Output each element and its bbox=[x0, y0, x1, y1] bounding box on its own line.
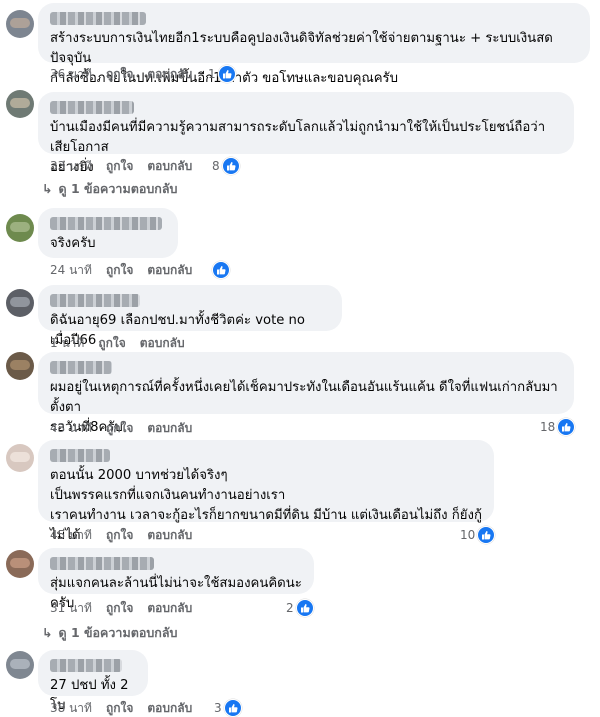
reaction-number: 8 bbox=[212, 159, 220, 173]
comment-time[interactable]: 31 นาที bbox=[50, 601, 92, 615]
reaction-number: 2 bbox=[286, 601, 294, 615]
comment-actions: 31 นาที ถูกใจ ตอบกลับ bbox=[50, 600, 206, 616]
reaction-count[interactable]: 3 bbox=[214, 699, 242, 717]
avatar[interactable] bbox=[6, 651, 34, 679]
comment-time[interactable]: 43 นาที bbox=[50, 421, 92, 435]
comment-bubble: ตอนนั้น 2000 บาทช่วยได้จริงๆ เป็นพรรคแรก… bbox=[38, 440, 494, 543]
reaction-number: 18 bbox=[540, 420, 556, 434]
like-reaction-icon bbox=[223, 699, 242, 717]
view-replies-link[interactable]: ↳ ดู 1 ข้อความตอบกลับ bbox=[42, 180, 177, 198]
like-reaction-icon bbox=[477, 526, 496, 544]
avatar[interactable] bbox=[6, 214, 34, 242]
commenter-name[interactable] bbox=[50, 12, 146, 25]
like-button[interactable]: ถูกใจ bbox=[106, 701, 133, 715]
reaction-count[interactable]: 1 bbox=[208, 65, 236, 83]
comment-bubble: ดิฉันอายุ69 เลือกปชป.มาทั้งชีวิตค่ะ vote… bbox=[38, 285, 342, 348]
reaction-number: 3 bbox=[214, 701, 222, 715]
comment-time[interactable]: 33 นาที bbox=[50, 159, 92, 173]
comment-bubble: ผมอยู่ในเหตุการณ์ที่ครั้งหนึ่งเคยได้เช็ค… bbox=[38, 352, 574, 435]
comment-time[interactable]: 38 นาที bbox=[50, 701, 92, 715]
commenter-name[interactable] bbox=[50, 659, 122, 672]
comment-time[interactable]: 24 นาที bbox=[50, 263, 92, 277]
avatar[interactable] bbox=[6, 289, 34, 317]
comment-bubble: บ้านเมืองมีคนที่มีความรู้ความสามารถระดับ… bbox=[38, 92, 574, 175]
comment-bubble: 27 ปชป ทั้ง 2 โบ bbox=[38, 650, 148, 713]
comment-time[interactable]: 1 นาที bbox=[50, 336, 84, 350]
like-button[interactable]: ถูกใจ bbox=[98, 336, 125, 350]
reaction-count[interactable] bbox=[212, 261, 230, 279]
reaction-count[interactable]: 10 bbox=[460, 526, 496, 544]
reply-button[interactable]: ตอบกลับ bbox=[147, 159, 192, 173]
avatar[interactable] bbox=[6, 10, 34, 38]
comment-time[interactable]: 45 นาที bbox=[50, 528, 92, 542]
comment-bubble: จริงครับ bbox=[38, 208, 178, 258]
commenter-name[interactable] bbox=[50, 361, 112, 374]
commenter-name[interactable] bbox=[50, 294, 140, 307]
reaction-number: 1 bbox=[208, 67, 216, 81]
reaction-count[interactable]: 2 bbox=[286, 599, 314, 617]
reply-button[interactable]: ตอบกลับ bbox=[147, 701, 192, 715]
reply-arrow-icon: ↳ bbox=[42, 625, 53, 640]
reaction-number: 10 bbox=[460, 528, 476, 542]
comment-actions: 43 นาที ถูกใจ ตอบกลับ bbox=[50, 420, 206, 436]
like-reaction-icon bbox=[295, 599, 314, 617]
reply-button[interactable]: ตอบกลับ bbox=[147, 601, 192, 615]
reply-button[interactable]: ตอบกลับ bbox=[140, 336, 185, 350]
reaction-count[interactable]: 18 bbox=[540, 418, 576, 436]
comment-time[interactable]: 36 นาที bbox=[50, 67, 92, 81]
comment-actions: 33 นาที ถูกใจ ตอบกลับ bbox=[50, 158, 206, 174]
comment-actions: 1 นาที ถูกใจ ตอบกลับ bbox=[50, 335, 199, 351]
like-reaction-icon bbox=[217, 65, 236, 83]
like-button[interactable]: ถูกใจ bbox=[106, 263, 133, 277]
view-replies-label: ดู 1 ข้อความตอบกลับ bbox=[58, 181, 178, 196]
like-reaction-icon bbox=[557, 418, 576, 436]
commenter-name[interactable] bbox=[50, 101, 134, 114]
comment-bubble: สร้างระบบการเงินไทยอีก1ระบบคือคูปองเงินด… bbox=[38, 3, 590, 86]
reply-button[interactable]: ตอบกลับ bbox=[147, 67, 192, 81]
reply-arrow-icon: ↳ bbox=[42, 181, 53, 196]
avatar[interactable] bbox=[6, 550, 34, 578]
comment-bubble: สุ่มแจกคนละล้านนี่ไม่น่าจะใช้สมองคนคิดนะ… bbox=[38, 548, 314, 611]
comment-actions: 24 นาที ถูกใจ ตอบกลับ bbox=[50, 262, 206, 278]
reply-button[interactable]: ตอบกลับ bbox=[147, 528, 192, 542]
comment-actions: 45 นาที ถูกใจ ตอบกลับ bbox=[50, 527, 206, 543]
like-button[interactable]: ถูกใจ bbox=[106, 528, 133, 542]
like-button[interactable]: ถูกใจ bbox=[106, 67, 133, 81]
commenter-name[interactable] bbox=[50, 557, 154, 570]
commenter-name[interactable] bbox=[50, 217, 162, 230]
like-button[interactable]: ถูกใจ bbox=[106, 159, 133, 173]
like-button[interactable]: ถูกใจ bbox=[106, 601, 133, 615]
comment-actions: 38 นาที ถูกใจ ตอบกลับ bbox=[50, 700, 206, 716]
like-reaction-icon bbox=[212, 261, 230, 279]
like-reaction-icon bbox=[221, 157, 240, 175]
avatar[interactable] bbox=[6, 444, 34, 472]
comment-actions: 36 นาที ถูกใจ ตอบกลับ bbox=[50, 66, 206, 82]
comment-text: จริงครับ bbox=[50, 236, 96, 251]
avatar[interactable] bbox=[6, 90, 34, 118]
like-button[interactable]: ถูกใจ bbox=[106, 421, 133, 435]
reply-button[interactable]: ตอบกลับ bbox=[147, 421, 192, 435]
reply-button[interactable]: ตอบกลับ bbox=[147, 263, 192, 277]
avatar[interactable] bbox=[6, 352, 34, 380]
commenter-name[interactable] bbox=[50, 449, 110, 462]
view-replies-link[interactable]: ↳ ดู 1 ข้อความตอบกลับ bbox=[42, 624, 177, 642]
reaction-count[interactable]: 8 bbox=[212, 157, 240, 175]
view-replies-label: ดู 1 ข้อความตอบกลับ bbox=[58, 625, 178, 640]
